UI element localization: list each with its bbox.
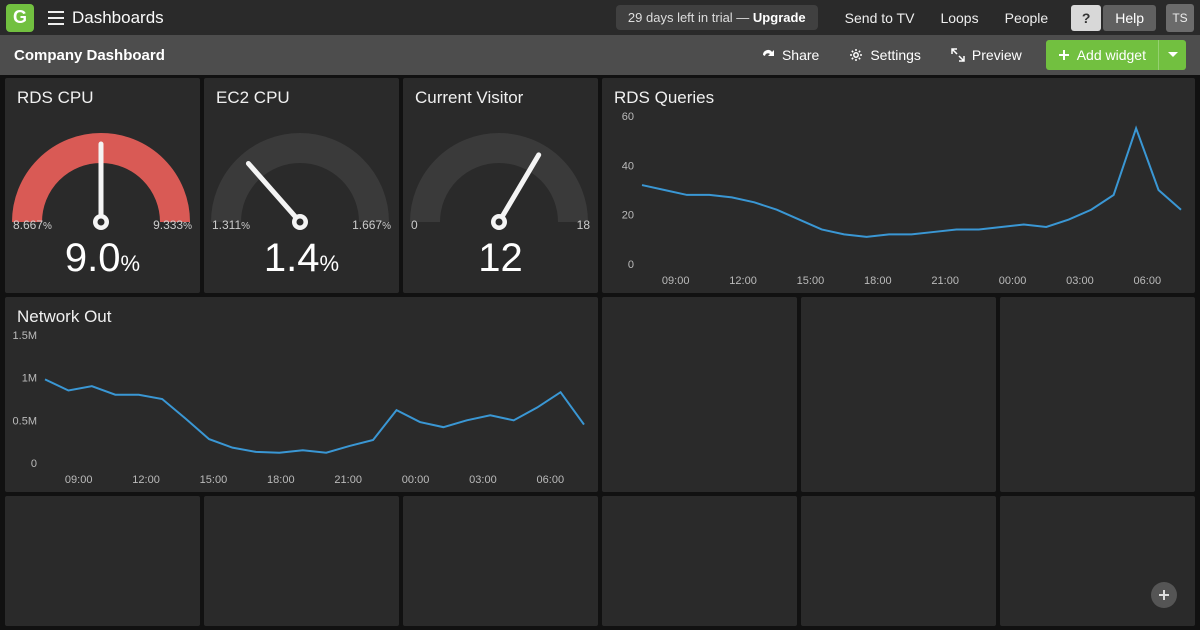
svg-text:12:00: 12:00 [729, 275, 757, 287]
gauge: 1.311% 1.667% [204, 112, 399, 232]
add-widget-fab[interactable] [1151, 582, 1177, 608]
svg-text:1M: 1M [22, 373, 37, 385]
svg-text:20: 20 [622, 210, 634, 222]
widget-title: Current Visitor [403, 78, 598, 110]
svg-text:21:00: 21:00 [334, 474, 362, 486]
empty-widget[interactable] [204, 496, 399, 626]
svg-text:0.5M: 0.5M [13, 415, 37, 427]
svg-text:18:00: 18:00 [267, 474, 295, 486]
network-out-chart: 0 0.5M 1M 1.5M 09:00 12:00 15:00 18:00 21:00 00:0… [5, 329, 598, 489]
svg-text:40: 40 [622, 160, 634, 172]
hamburger-icon[interactable] [48, 11, 64, 25]
gauge: 8.667% 9.333% [5, 112, 200, 232]
gauge-value: 1.4% [204, 236, 399, 281]
rds-queries-chart: 0 20 40 60 09:00 12:00 15:00 18:00 21:00 00:00 03:… [602, 110, 1195, 290]
svg-text:21:00: 21:00 [931, 275, 959, 287]
nav-loops[interactable]: Loops [940, 10, 978, 26]
svg-text:12:00: 12:00 [132, 474, 160, 486]
expand-icon [951, 48, 965, 62]
add-widget-button[interactable]: Add widget [1046, 40, 1158, 70]
settings-button[interactable]: Settings [849, 47, 921, 63]
gauge-max: 18 [577, 218, 590, 232]
caret-down-icon [1168, 52, 1178, 58]
widget-title: EC2 CPU [204, 78, 399, 110]
trial-text: 29 days left in trial — [628, 10, 753, 25]
svg-text:0: 0 [31, 458, 37, 470]
nav-people[interactable]: People [1005, 10, 1049, 26]
nav-title[interactable]: Dashboards [72, 8, 164, 28]
plus-icon [1158, 589, 1170, 601]
svg-text:09:00: 09:00 [662, 275, 690, 287]
preview-button[interactable]: Preview [951, 47, 1022, 63]
widget-network-out[interactable]: Network Out 0 0.5M 1M 1.5M 09:00 12:00 15:00 18… [5, 297, 598, 492]
empty-widget[interactable] [5, 496, 200, 626]
nav-send-to-tv[interactable]: Send to TV [845, 10, 915, 26]
svg-text:60: 60 [622, 111, 634, 123]
upgrade-link[interactable]: Upgrade [753, 10, 806, 25]
empty-widget[interactable] [602, 297, 797, 492]
trial-banner[interactable]: 29 days left in trial — Upgrade [616, 5, 818, 30]
add-widget-dropdown[interactable] [1158, 40, 1186, 70]
add-widget-label: Add widget [1077, 47, 1146, 63]
help-button[interactable]: Help [1103, 5, 1156, 31]
gauge-value: 9.0% [5, 236, 200, 281]
svg-text:06:00: 06:00 [1134, 275, 1162, 287]
svg-text:15:00: 15:00 [200, 474, 228, 486]
gear-icon [849, 48, 863, 62]
widget-visitors[interactable]: Current Visitor 0 18 12 [403, 78, 598, 293]
gauge-min: 0 [411, 218, 418, 232]
gauge: 0 18 [403, 112, 598, 232]
dashboard-grid: RDS CPU 8.667% 9.333% 9.0% EC2 CPU [5, 78, 1195, 626]
empty-widget[interactable] [801, 496, 996, 626]
empty-widget[interactable] [602, 496, 797, 626]
preview-label: Preview [972, 47, 1022, 63]
app-logo[interactable]: G [6, 4, 34, 32]
share-label: Share [782, 47, 819, 63]
top-nav: G Dashboards 29 days left in trial — Upg… [0, 0, 1200, 35]
svg-text:03:00: 03:00 [469, 474, 497, 486]
dashboard-title: Company Dashboard [14, 47, 165, 64]
plus-icon [1058, 49, 1070, 61]
gauge-max: 9.333% [153, 218, 192, 232]
svg-text:06:00: 06:00 [537, 474, 565, 486]
settings-label: Settings [870, 47, 921, 63]
widget-title: Network Out [5, 297, 598, 329]
user-avatar[interactable]: TS [1166, 4, 1194, 32]
share-button[interactable]: Share [761, 47, 819, 63]
svg-text:18:00: 18:00 [864, 275, 892, 287]
svg-text:03:00: 03:00 [1066, 275, 1094, 287]
svg-text:1.5M: 1.5M [13, 330, 37, 342]
widget-rds-queries[interactable]: RDS Queries 0 20 40 60 09:00 12:00 15:00 18:00 2… [602, 78, 1195, 293]
widget-ec2-cpu[interactable]: EC2 CPU 1.311% 1.667% 1.4% [204, 78, 399, 293]
widget-title: RDS Queries [602, 78, 1195, 110]
svg-text:0: 0 [628, 259, 634, 271]
gauge-min: 1.311% [212, 218, 250, 232]
svg-text:00:00: 00:00 [402, 474, 430, 486]
widget-rds-cpu[interactable]: RDS CPU 8.667% 9.333% 9.0% [5, 78, 200, 293]
svg-text:15:00: 15:00 [797, 275, 825, 287]
empty-widget[interactable] [801, 297, 996, 492]
help-question-button[interactable]: ? [1071, 5, 1101, 31]
svg-text:00:00: 00:00 [999, 275, 1027, 287]
empty-widget[interactable] [1000, 297, 1195, 492]
gauge-max: 1.667% [352, 218, 391, 232]
gauge-min: 8.667% [13, 218, 52, 232]
share-icon [761, 48, 775, 62]
widget-title: RDS CPU [5, 78, 200, 110]
gauge-value: 12 [403, 236, 598, 281]
svg-text:09:00: 09:00 [65, 474, 93, 486]
empty-widget[interactable] [1000, 496, 1195, 626]
dashboard-toolbar: Company Dashboard Share Settings Preview… [0, 35, 1200, 75]
empty-widget[interactable] [403, 496, 598, 626]
